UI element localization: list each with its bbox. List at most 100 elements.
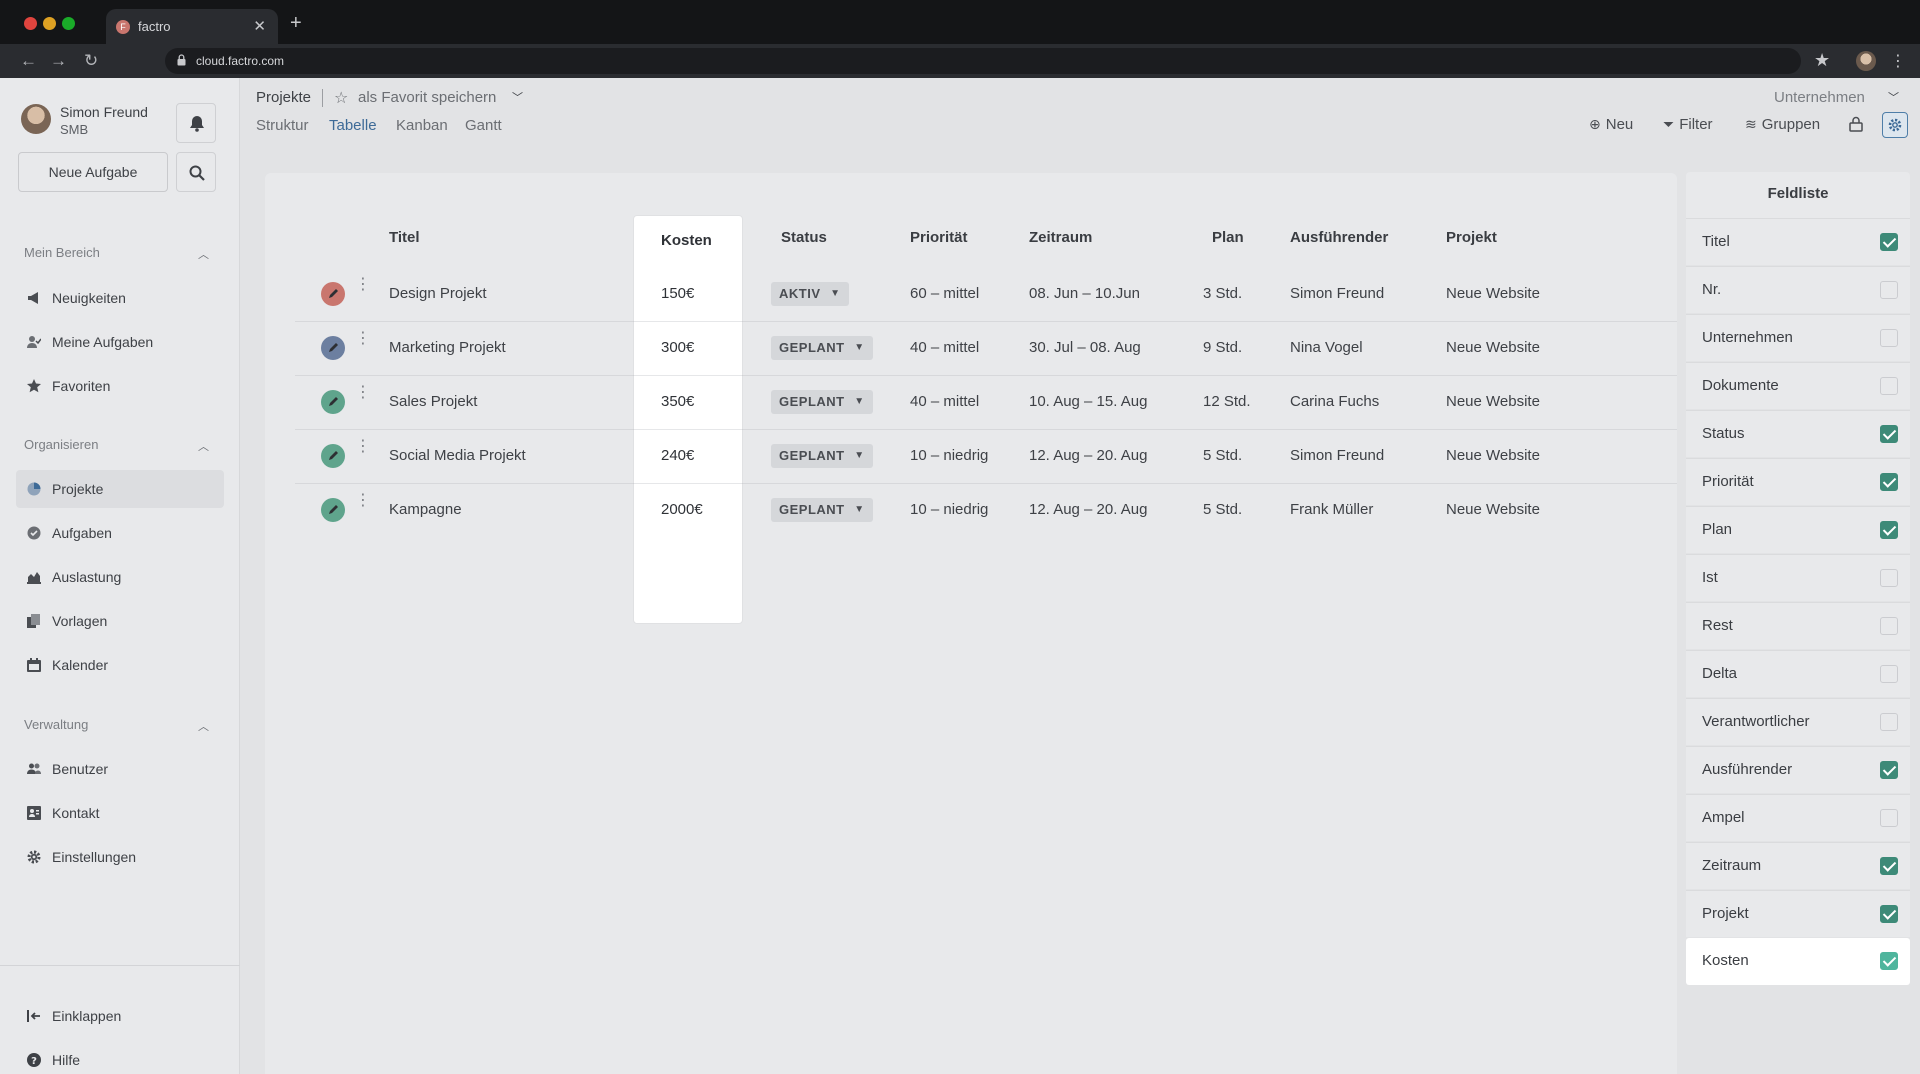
edit-pencil-icon[interactable] bbox=[321, 336, 345, 360]
new-task-button[interactable]: Neue Aufgabe bbox=[18, 152, 168, 192]
browser-menu-icon[interactable]: ⋮ bbox=[1890, 51, 1906, 71]
field-list-item[interactable]: Ausführender bbox=[1686, 746, 1910, 793]
field-checkbox[interactable] bbox=[1880, 425, 1898, 443]
row-menu-icon[interactable]: ⋮ bbox=[355, 385, 371, 401]
field-checkbox[interactable] bbox=[1880, 377, 1898, 395]
cell-titel[interactable]: Kampagne bbox=[389, 501, 462, 518]
column-header-kosten[interactable]: Kosten bbox=[661, 232, 712, 249]
row-menu-icon[interactable]: ⋮ bbox=[355, 331, 371, 347]
field-list-item[interactable]: Unternehmen bbox=[1686, 314, 1910, 361]
sidebar-item-meine-aufgaben[interactable]: Meine Aufgaben bbox=[16, 323, 224, 361]
sidebar-item-kalender[interactable]: Kalender bbox=[16, 646, 224, 684]
cell-titel[interactable]: Design Projekt bbox=[389, 285, 487, 302]
status-dropdown[interactable]: GEPLANT ▼ bbox=[771, 390, 873, 414]
sidebar-item-einstellungen[interactable]: Einstellungen bbox=[16, 838, 224, 876]
new-tab-icon[interactable]: + bbox=[290, 13, 302, 33]
tab-tabelle[interactable]: Tabelle bbox=[329, 117, 377, 134]
chevron-down-icon[interactable]: ﹀ bbox=[1888, 89, 1899, 105]
star-outline-icon[interactable]: ☆ bbox=[334, 88, 348, 108]
field-list-item[interactable]: Priorität bbox=[1686, 458, 1910, 505]
field-list-item[interactable]: Plan bbox=[1686, 506, 1910, 553]
lock-icon[interactable] bbox=[1849, 116, 1863, 132]
help-button[interactable]: ? Hilfe bbox=[16, 1041, 224, 1074]
save-favorite-button[interactable]: als Favorit speichern bbox=[358, 89, 496, 106]
sidebar-item-neuigkeiten[interactable]: Neuigkeiten bbox=[16, 279, 224, 317]
groups-button[interactable]: ≋ Gruppen bbox=[1745, 116, 1820, 133]
field-list-item[interactable]: Nr. bbox=[1686, 266, 1910, 313]
column-header-status[interactable]: Status bbox=[781, 229, 827, 246]
close-tab-icon[interactable]: ✕ bbox=[253, 17, 266, 35]
cell-titel[interactable]: Social Media Projekt bbox=[389, 447, 526, 464]
breadcrumb[interactable]: Projekte bbox=[256, 89, 311, 106]
field-checkbox[interactable] bbox=[1880, 233, 1898, 251]
column-header-prioritaet[interactable]: Priorität bbox=[910, 229, 968, 246]
back-icon[interactable]: ← bbox=[20, 51, 37, 71]
cell-titel[interactable]: Sales Projekt bbox=[389, 393, 477, 410]
tab-gantt[interactable]: Gantt bbox=[465, 117, 502, 134]
search-button[interactable] bbox=[176, 152, 216, 192]
sidebar-item-aufgaben[interactable]: Aufgaben bbox=[16, 514, 224, 552]
field-list-item[interactable]: Zeitraum bbox=[1686, 842, 1910, 889]
column-header-zeitraum[interactable]: Zeitraum bbox=[1029, 229, 1092, 246]
field-checkbox[interactable] bbox=[1880, 713, 1898, 731]
field-list-item[interactable]: Delta bbox=[1686, 650, 1910, 697]
sidebar-item-vorlagen[interactable]: Vorlagen bbox=[16, 602, 224, 640]
field-list-item[interactable]: Dokumente bbox=[1686, 362, 1910, 409]
status-dropdown[interactable]: GEPLANT ▼ bbox=[771, 498, 873, 522]
forward-icon[interactable]: → bbox=[50, 51, 67, 71]
field-list-item[interactable]: Verantwortlicher bbox=[1686, 698, 1910, 745]
table-row[interactable]: ⋮ Marketing Projekt 40 – mittel 30. Jul – 0… bbox=[295, 322, 1677, 376]
new-button[interactable]: ⊕ Neu bbox=[1589, 116, 1633, 133]
chevron-up-icon[interactable]: ︿ bbox=[198, 438, 209, 454]
row-menu-icon[interactable]: ⋮ bbox=[355, 439, 371, 455]
cell-titel[interactable]: Marketing Projekt bbox=[389, 339, 506, 356]
field-checkbox[interactable] bbox=[1880, 857, 1898, 875]
sidebar-item-benutzer[interactable]: Benutzer bbox=[16, 750, 224, 788]
row-menu-icon[interactable]: ⋮ bbox=[355, 277, 371, 293]
row-menu-icon[interactable]: ⋮ bbox=[355, 493, 371, 509]
field-checkbox[interactable] bbox=[1880, 809, 1898, 827]
tab-struktur[interactable]: Struktur bbox=[256, 117, 309, 134]
field-checkbox[interactable] bbox=[1880, 665, 1898, 683]
column-header-projekt[interactable]: Projekt bbox=[1446, 229, 1497, 246]
column-header-titel[interactable]: Titel bbox=[389, 229, 420, 246]
field-checkbox[interactable] bbox=[1880, 329, 1898, 347]
maximize-window-button[interactable] bbox=[62, 17, 75, 30]
edit-pencil-icon[interactable] bbox=[321, 282, 345, 306]
table-row[interactable]: ⋮ Social Media Projekt 10 – niedrig 12. Aug… bbox=[295, 430, 1677, 484]
field-list-item[interactable]: Titel bbox=[1686, 218, 1910, 265]
reload-icon[interactable]: ↻ bbox=[84, 51, 98, 71]
status-dropdown[interactable]: GEPLANT ▼ bbox=[771, 444, 873, 468]
chevron-down-icon[interactable]: ﹀ bbox=[512, 89, 523, 105]
field-checkbox[interactable] bbox=[1880, 617, 1898, 635]
field-checkbox[interactable] bbox=[1880, 952, 1898, 970]
table-row[interactable]: ⋮ Sales Projekt 40 – mittel 10. Aug – 15. A… bbox=[295, 376, 1677, 430]
collapse-sidebar-button[interactable]: Einklappen bbox=[16, 997, 224, 1035]
status-dropdown[interactable]: AKTIV ▼ bbox=[771, 282, 849, 306]
sidebar-item-favoriten[interactable]: Favoriten bbox=[16, 367, 224, 405]
tab-kanban[interactable]: Kanban bbox=[396, 117, 448, 134]
field-checkbox[interactable] bbox=[1880, 521, 1898, 539]
edit-pencil-icon[interactable] bbox=[321, 444, 345, 468]
close-window-button[interactable] bbox=[24, 17, 37, 30]
field-checkbox[interactable] bbox=[1880, 905, 1898, 923]
avatar[interactable] bbox=[21, 104, 51, 134]
field-list-item[interactable]: Projekt bbox=[1686, 890, 1910, 937]
notifications-button[interactable] bbox=[176, 103, 216, 143]
column-header-ausfuehrender[interactable]: Ausführender bbox=[1290, 229, 1388, 246]
status-dropdown[interactable]: GEPLANT ▼ bbox=[771, 336, 873, 360]
address-bar[interactable]: cloud.factro.com bbox=[165, 48, 1801, 74]
browser-tab[interactable]: F factro ✕ bbox=[106, 9, 278, 44]
field-list-item[interactable]: Rest bbox=[1686, 602, 1910, 649]
edit-pencil-icon[interactable] bbox=[321, 390, 345, 414]
table-row[interactable]: ⋮ Design Projekt 60 – mittel 08. Jun – 10.J… bbox=[295, 268, 1677, 322]
filter-button[interactable]: ⏷ Filter bbox=[1663, 116, 1713, 133]
field-checkbox[interactable] bbox=[1880, 761, 1898, 779]
minimize-window-button[interactable] bbox=[43, 17, 56, 30]
table-row[interactable]: ⋮ Kampagne 10 – niedrig 12. Aug – 20. Aug 5 … bbox=[295, 484, 1677, 538]
sidebar-item-kontakt[interactable]: Kontakt bbox=[16, 794, 224, 832]
sidebar-item-projekte[interactable]: Projekte bbox=[16, 470, 224, 508]
field-checkbox[interactable] bbox=[1880, 473, 1898, 491]
sidebar-item-auslastung[interactable]: Auslastung bbox=[16, 558, 224, 596]
company-select[interactable]: Unternehmen bbox=[1774, 89, 1865, 106]
